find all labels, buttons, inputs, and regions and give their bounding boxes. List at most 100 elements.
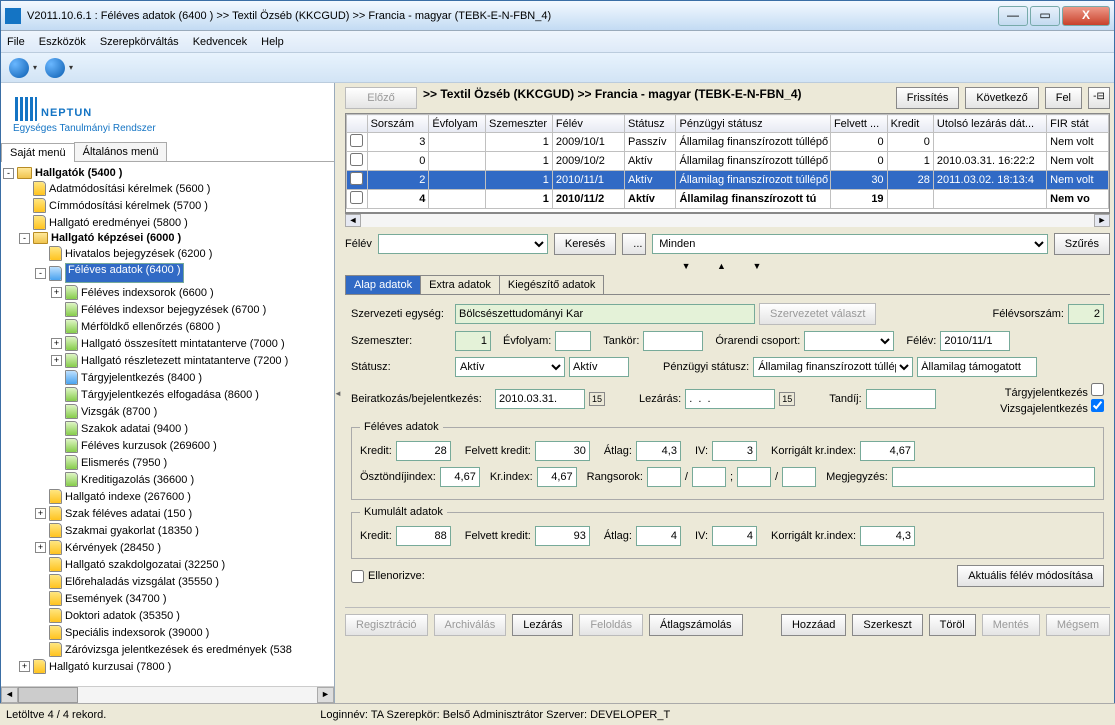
close-sem-button[interactable]: Lezárás <box>512 614 573 636</box>
reg-button[interactable]: Regisztráció <box>345 614 428 636</box>
filter-all-select[interactable]: Minden <box>652 234 1047 254</box>
kfkr-input[interactable] <box>535 526 590 546</box>
tree-toggle-icon[interactable]: + <box>51 287 62 298</box>
tree-node[interactable]: Szakmai gyakorlat (18350 ) <box>3 522 332 539</box>
bei-input[interactable] <box>495 389 585 409</box>
table-row[interactable]: 212010/11/1AktívÁllamilag finanszírozott… <box>347 171 1109 190</box>
menu-tools[interactable]: Eszközök <box>39 36 86 48</box>
st-select[interactable]: Aktív <box>455 357 565 377</box>
tree-node[interactable]: +Kérvények (28450 ) <box>3 539 332 556</box>
katl-input[interactable] <box>636 526 681 546</box>
grid[interactable]: SorszámÉvfolyamSzemeszterFélévStátuszPén… <box>345 113 1110 213</box>
kki-input[interactable] <box>860 441 915 461</box>
row-checkbox[interactable] <box>350 191 363 204</box>
add-button[interactable]: Hozzáad <box>781 614 846 636</box>
evf-input[interactable] <box>555 331 591 351</box>
tree-node[interactable]: Elismerés (7950 ) <box>3 454 332 471</box>
tree-node[interactable]: +Féléves indexsorok (6600 ) <box>3 284 332 301</box>
arch-button[interactable]: Archiválás <box>434 614 507 636</box>
rng4-input[interactable] <box>782 467 816 487</box>
tree-node[interactable]: Tárgyjelentkezés elfogadása (8600 ) <box>3 386 332 403</box>
cancel-button[interactable]: Mégsem <box>1046 614 1110 636</box>
col-header[interactable]: Kredit <box>887 115 933 133</box>
tree-hscroll[interactable]: ◄ ► <box>1 686 334 703</box>
refresh-button[interactable]: Frissítés <box>896 87 960 109</box>
search-more-button[interactable]: ... <box>622 233 646 255</box>
fel-input[interactable] <box>940 331 1010 351</box>
pin-button[interactable]: -⊟ <box>1088 87 1110 109</box>
tree-node[interactable]: Előrehaladás vizsgálat (35550 ) <box>3 573 332 590</box>
tree-toggle-icon[interactable]: - <box>35 268 46 279</box>
col-header[interactable]: Utolsó lezárás dát... <box>933 115 1046 133</box>
col-header[interactable]: Évfolyam <box>429 115 486 133</box>
tree-node[interactable]: -Hallgatók (5400 ) <box>3 166 332 180</box>
fkr-input[interactable] <box>535 441 590 461</box>
tree-node[interactable]: Doktori adatok (35350 ) <box>3 607 332 624</box>
ell-checkbox[interactable] <box>351 570 364 583</box>
tree-toggle-icon[interactable]: + <box>51 355 62 366</box>
save-button[interactable]: Mentés <box>982 614 1040 636</box>
row-checkbox[interactable] <box>350 134 363 147</box>
vzs-checkbox[interactable] <box>1091 399 1104 412</box>
scroll-left-icon[interactable]: ◄ <box>1 687 18 703</box>
kkki-input[interactable] <box>860 526 915 546</box>
kr-input[interactable] <box>396 441 451 461</box>
tree[interactable]: -Hallgatók (5400 )Adatmódosítási kérelme… <box>1 162 334 686</box>
pst-select[interactable]: Államilag finanszírozott túllépő ( <box>753 357 913 377</box>
grid-scroll-right-icon[interactable]: ► <box>1094 214 1110 227</box>
filter-button[interactable]: Szűrés <box>1054 233 1110 255</box>
tree-node[interactable]: Hallgató indexe (267600 ) <box>3 488 332 505</box>
tgy-checkbox[interactable] <box>1091 383 1104 396</box>
table-row[interactable]: 312009/10/1PasszívÁllamilag finanszírozo… <box>347 133 1109 152</box>
unlock-button[interactable]: Feloldás <box>579 614 643 636</box>
tree-toggle-icon[interactable]: + <box>19 661 30 672</box>
tree-node[interactable]: Események (34700 ) <box>3 590 332 607</box>
tree-toggle-icon[interactable]: + <box>35 508 46 519</box>
rng1-input[interactable] <box>647 467 681 487</box>
rng2-input[interactable] <box>692 467 726 487</box>
ocs-select[interactable] <box>804 331 894 351</box>
tree-node[interactable]: -Hallgató képzései (6000 ) <box>3 231 332 245</box>
filter-semester-select[interactable] <box>378 234 548 254</box>
tree-toggle-icon[interactable]: + <box>51 338 62 349</box>
row-checkbox[interactable] <box>350 172 363 185</box>
kkr-input[interactable] <box>396 526 451 546</box>
col-header[interactable]: Státusz <box>625 115 676 133</box>
tree-node[interactable]: Speciális indexsorok (39000 ) <box>3 624 332 641</box>
org-choose-button[interactable]: Szervezetet választ <box>759 303 876 325</box>
tab-base-data[interactable]: Alap adatok <box>345 275 421 294</box>
tree-node[interactable]: Mérföldkő ellenőrzés (6800 ) <box>3 318 332 335</box>
meg-input[interactable] <box>892 467 1095 487</box>
collapse-down-icon[interactable]: ▼ ▲ ▼ <box>345 261 1110 271</box>
date-picker-icon[interactable]: 15 <box>589 392 605 406</box>
tree-node[interactable]: Hallgató eredményei (5800 ) <box>3 214 332 231</box>
tree-node[interactable]: -Féléves adatok (6400 ) <box>3 262 332 284</box>
maximize-button[interactable]: ▭ <box>1030 6 1060 26</box>
iv-input[interactable] <box>712 441 757 461</box>
prev-button[interactable]: Előző <box>345 87 417 109</box>
tree-node[interactable]: Adatmódosítási kérelmek (5600 ) <box>3 180 332 197</box>
lez-input[interactable] <box>685 389 775 409</box>
col-header[interactable]: Félév <box>552 115 624 133</box>
tree-node[interactable]: Záróvizsga jelentkezések és eredmények (… <box>3 641 332 658</box>
tab-own-menu[interactable]: Saját menü <box>1 143 75 162</box>
tree-node[interactable]: Hallgató szakdolgozatai (32250 ) <box>3 556 332 573</box>
tree-node[interactable]: Vizsgák (8700 ) <box>3 403 332 420</box>
minimize-button[interactable]: — <box>998 6 1028 26</box>
tree-node[interactable]: +Hallgató kurzusai (7800 ) <box>3 658 332 675</box>
kiv-input[interactable] <box>712 526 757 546</box>
menu-fav[interactable]: Kedvencek <box>193 36 247 48</box>
tab-general-menu[interactable]: Általános menü <box>74 142 168 161</box>
rng3-input[interactable] <box>737 467 771 487</box>
table-row[interactable]: 012009/10/2AktívÁllamilag finanszírozott… <box>347 152 1109 171</box>
tree-toggle-icon[interactable]: - <box>19 233 30 244</box>
grid-scroll-left-icon[interactable]: ◄ <box>345 214 361 227</box>
akt-button[interactable]: Aktuális félév módosítása <box>957 565 1104 587</box>
nav-forward-button[interactable] <box>45 58 65 78</box>
nav-back-button[interactable] <box>9 58 29 78</box>
scroll-right-icon[interactable]: ► <box>317 687 334 703</box>
tree-node[interactable]: Féléves kurzusok (269600 ) <box>3 437 332 454</box>
nav-back-menu[interactable]: ▾ <box>33 63 37 72</box>
odi-input[interactable] <box>440 467 480 487</box>
tree-node[interactable]: Hivatalos bejegyzések (6200 ) <box>3 245 332 262</box>
